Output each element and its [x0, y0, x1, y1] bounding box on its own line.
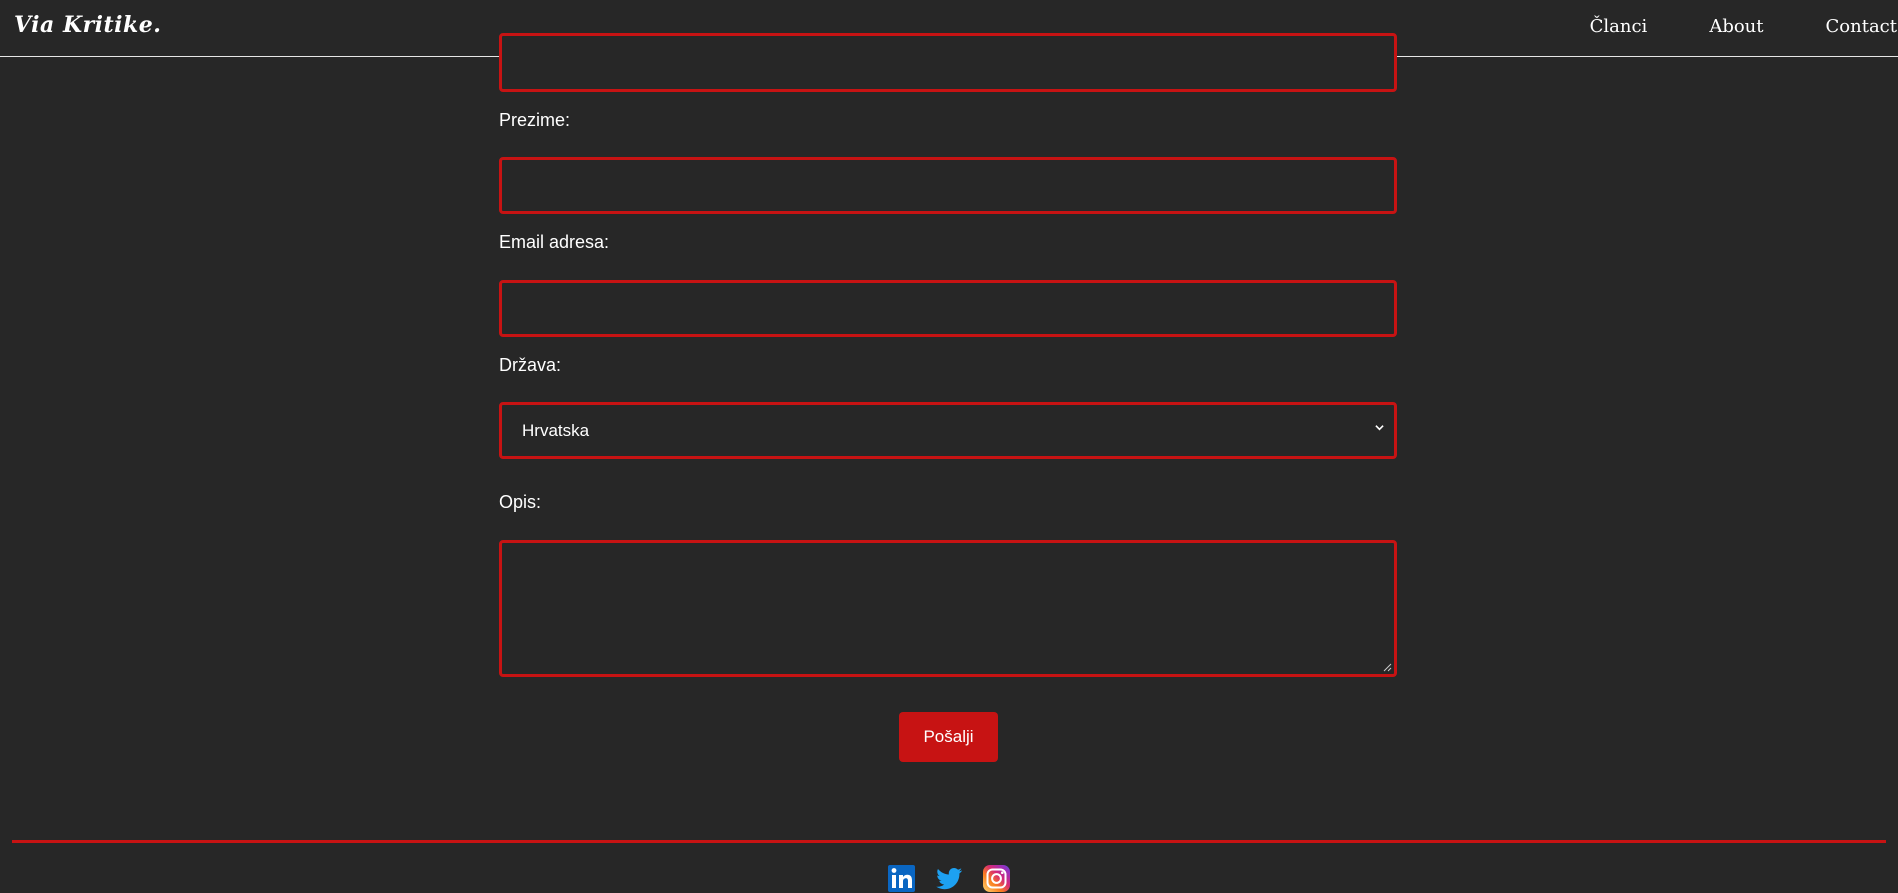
- nav-link-about[interactable]: About: [1709, 16, 1763, 37]
- drzava-label: Država:: [499, 355, 562, 375]
- instagram-icon[interactable]: [982, 864, 1011, 893]
- ime-input[interactable]: [499, 33, 1397, 92]
- twitter-icon[interactable]: [935, 864, 964, 893]
- social-links: [0, 864, 1898, 893]
- resize-grip-icon[interactable]: [1382, 662, 1392, 672]
- prezime-input[interactable]: [499, 157, 1397, 214]
- drzava-select[interactable]: Hrvatska: [499, 402, 1397, 459]
- email-label: Email adresa:: [499, 232, 610, 252]
- opis-label: Opis:: [499, 492, 542, 512]
- linkedin-icon[interactable]: [887, 864, 917, 893]
- opis-textarea[interactable]: [499, 540, 1397, 677]
- drzava-select-value: Hrvatska: [522, 420, 590, 440]
- brand-logo[interactable]: Via Kritike.: [14, 12, 161, 38]
- prezime-label: Prezime:: [499, 110, 571, 130]
- submit-button[interactable]: Pošalji: [899, 712, 998, 762]
- nav-link-clanci[interactable]: Članci: [1590, 16, 1648, 37]
- footer-divider: [12, 840, 1886, 843]
- nav-links: Članci About Contact: [1528, 16, 1898, 37]
- nav-link-contact[interactable]: Contact: [1826, 16, 1897, 37]
- email-input[interactable]: [499, 280, 1397, 337]
- chevron-down-icon: [1375, 425, 1384, 431]
